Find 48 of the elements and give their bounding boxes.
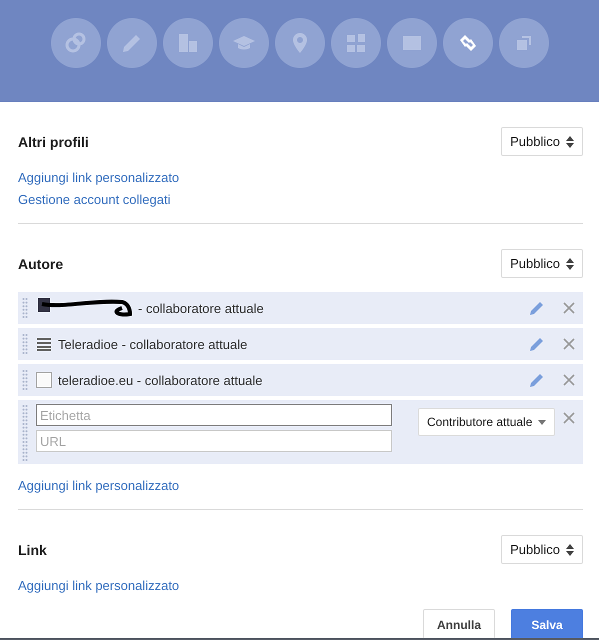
visibility-select[interactable]: Pubblico xyxy=(501,535,583,564)
up-down-icon xyxy=(566,258,574,270)
category-tab[interactable] xyxy=(218,18,268,68)
visibility-select[interactable]: Pubblico xyxy=(501,127,583,156)
up-down-icon xyxy=(566,136,574,148)
stacked-lines-icon xyxy=(36,336,52,352)
category-tab[interactable] xyxy=(50,18,100,68)
drag-handle-icon[interactable] xyxy=(22,333,28,355)
role-dropdown[interactable]: Contributore attuale xyxy=(418,408,556,436)
category-tab[interactable] xyxy=(274,18,324,68)
entry-label: - collaboratore attuale xyxy=(138,300,265,316)
up-down-icon xyxy=(566,544,574,556)
close-icon[interactable] xyxy=(563,302,575,314)
visibility-select[interactable]: Pubblico xyxy=(501,249,583,278)
author-entry[interactable]: - collaboratore attuale xyxy=(18,292,583,324)
section-title: Autore xyxy=(18,256,64,272)
entry-label: teleradioe.eu - collaboratore attuale xyxy=(58,372,264,388)
page-icon xyxy=(36,372,52,388)
text-link[interactable]: Aggiungi link personalizzato xyxy=(18,578,180,593)
text-link[interactable]: Aggiungi link personalizzato xyxy=(18,478,180,493)
url-field[interactable]: URL xyxy=(36,430,392,452)
author-entry[interactable]: Teleradioe - collaboratore attuale xyxy=(18,328,583,360)
category-tab[interactable] xyxy=(106,18,156,68)
category-tab[interactable] xyxy=(442,18,492,68)
category-tab[interactable] xyxy=(498,18,548,68)
author-entry[interactable]: teleradioe.eu - collaboratore attuale xyxy=(18,364,583,396)
pencil-icon[interactable] xyxy=(529,300,545,316)
rings-icon xyxy=(64,31,88,55)
save-button[interactable]: Salva xyxy=(511,609,583,638)
category-tab[interactable] xyxy=(330,18,380,68)
label-field[interactable]: Etichetta xyxy=(36,404,392,426)
entry-label: Teleradioe - collaboratore attuale xyxy=(58,336,248,352)
drag-handle-icon[interactable] xyxy=(22,369,28,391)
section-title: Link xyxy=(18,542,47,558)
category-tab[interactable] xyxy=(162,18,212,68)
drag-handle-icon[interactable] xyxy=(22,297,28,319)
pencil-icon[interactable] xyxy=(529,336,545,352)
close-icon[interactable] xyxy=(563,374,575,386)
text-link[interactable]: Gestione account collegati xyxy=(18,192,170,207)
close-icon[interactable] xyxy=(563,412,575,424)
category-tab[interactable] xyxy=(386,18,436,68)
cancel-button[interactable]: Annulla xyxy=(423,609,495,638)
section-title: Altri profili xyxy=(18,134,89,150)
drag-handle-icon[interactable] xyxy=(22,404,28,462)
pencil-icon[interactable] xyxy=(529,372,545,388)
caret-icon xyxy=(538,420,546,424)
close-icon[interactable] xyxy=(563,338,575,350)
text-link[interactable]: Aggiungi link personalizzato xyxy=(18,170,180,185)
